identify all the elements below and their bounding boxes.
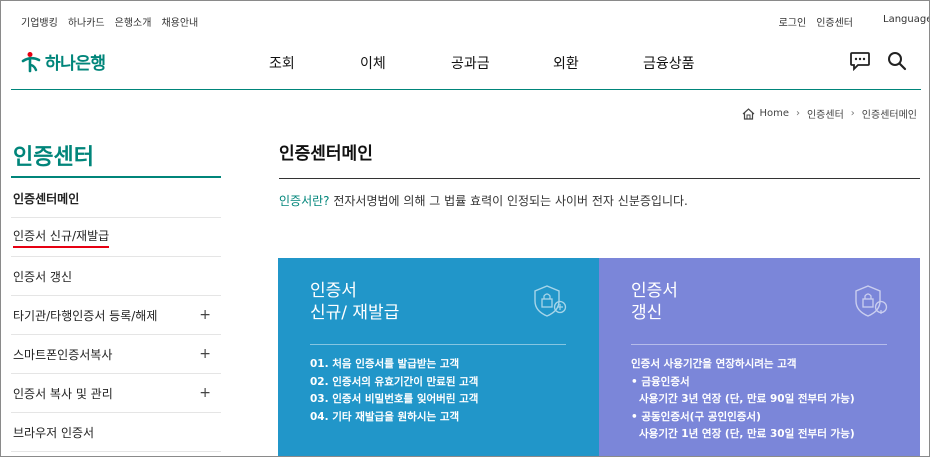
card-item: 03. 인증서 비밀번호를 잊어버린 고객 bbox=[310, 393, 479, 405]
card-title-line1: 인증서 bbox=[631, 281, 678, 301]
lnb-item-label: 브라우저 인증서 bbox=[13, 425, 95, 440]
title-divider bbox=[279, 178, 920, 179]
lnb-item-cert-issue[interactable]: 인증서 신규/재발급 bbox=[11, 218, 221, 257]
card-title: 인증서 신규/ 재발급 bbox=[310, 280, 567, 324]
lnb-item-label: 인증서 갱신 bbox=[13, 269, 73, 284]
lnb-item-smartphone-copy[interactable]: 스마트폰인증서복사 + bbox=[11, 335, 221, 374]
card-item: • 금융인증서 bbox=[631, 375, 690, 388]
util-link-corporate[interactable]: 기업뱅킹 bbox=[21, 14, 58, 29]
lock-shield-icon bbox=[534, 285, 567, 317]
breadcrumb: Home › 인증센터 › 인증센터메인 bbox=[742, 106, 917, 121]
plus-icon[interactable]: + bbox=[199, 346, 211, 362]
utility-links: 기업뱅킹 하나카드 은행소개 채용안내 bbox=[21, 14, 208, 29]
login-link[interactable]: 로그인 bbox=[779, 14, 807, 29]
utility-right: 로그인 인증센터 Language bbox=[769, 14, 929, 29]
lnb-item-cert-copy-manage[interactable]: 인증서 복사 및 관리 + bbox=[11, 374, 221, 413]
breadcrumb-level1[interactable]: 인증센터 bbox=[807, 106, 844, 121]
gnb-item-financial-products[interactable]: 금융상품 bbox=[643, 53, 695, 73]
breadcrumb-home[interactable]: Home bbox=[759, 108, 789, 119]
card-item: 인증서 사용기간을 연장하시려는 고객 bbox=[631, 358, 797, 370]
util-link-about[interactable]: 은행소개 bbox=[115, 14, 152, 29]
card-title-line1: 인증서 bbox=[310, 281, 357, 301]
plus-icon[interactable]: + bbox=[199, 307, 211, 323]
intro-highlight: 인증서란? bbox=[279, 194, 330, 208]
card-title: 인증서 갱신 bbox=[631, 280, 888, 324]
card-title-line2: 갱신 bbox=[631, 303, 663, 323]
card-item: 01. 처음 인증서를 발급받는 고객 bbox=[310, 358, 460, 370]
chevron-right-icon: › bbox=[795, 108, 800, 119]
card-items: 인증서 사용기간을 연장하시려는 고객 • 금융인증서 사용기간 3년 연장 (… bbox=[631, 356, 855, 444]
lnb-item-label: 타기관/타행인증서 등록/해제 bbox=[13, 308, 158, 323]
card-items: 01. 처음 인증서를 발급받는 고객 02. 인증서의 유효기간이 만료된 고… bbox=[310, 356, 478, 426]
lnb-menu: 인증센터메인 인증서 신규/재발급 인증서 갱신 타기관/타행인증서 등록/해제… bbox=[11, 179, 221, 452]
gnb-item-utility-bills[interactable]: 공과금 bbox=[451, 53, 553, 73]
lnb-item-label: 인증서 신규/재발급 bbox=[13, 227, 110, 248]
plus-icon[interactable]: + bbox=[199, 385, 211, 401]
util-link-careers[interactable]: 채용안내 bbox=[161, 14, 198, 29]
logo-text: 하나은행 bbox=[45, 54, 106, 74]
lnb-title-divider bbox=[11, 176, 221, 178]
hana-logo-icon bbox=[21, 51, 41, 72]
page-frame: 기업뱅킹 하나카드 은행소개 채용안내 로그인 인증센터 Language 하나… bbox=[0, 0, 930, 457]
chat-icon[interactable] bbox=[849, 51, 871, 71]
card-item: 04. 기타 재발급을 원하시는 고객 bbox=[310, 410, 460, 423]
intro-body: 전자서명법에 의해 그 법률 효력이 인정되는 사이버 전자 신분증입니다. bbox=[329, 194, 688, 208]
gnb-item-inquiry[interactable]: 조회 bbox=[269, 53, 360, 73]
card-item: 사용기간 1년 연장 (단, 만료 30일 전부터 가능) bbox=[639, 428, 855, 440]
lock-refresh-icon bbox=[855, 285, 888, 317]
header-icons bbox=[849, 51, 907, 71]
lnb-item-other-cert[interactable]: 타기관/타행인증서 등록/해제 + bbox=[11, 296, 221, 335]
card-cert-renew[interactable]: 인증서 갱신 인증서 사용기간을 연장하시려는 고객 • 금융인증서 사용기간 … bbox=[599, 258, 920, 456]
lnb-title: 인증센터 bbox=[13, 145, 94, 170]
search-icon[interactable] bbox=[887, 51, 907, 71]
card-item: 02. 인증서의 유효기간이 만료된 고객 bbox=[310, 375, 479, 388]
home-icon[interactable] bbox=[742, 107, 755, 120]
intro-text: 인증서란? 전자서명법에 의해 그 법률 효력이 인정되는 사이버 전자 신분증… bbox=[279, 192, 688, 209]
card-divider bbox=[631, 344, 887, 345]
lnb-item-label: 인증센터메인 bbox=[13, 191, 80, 206]
lnb-item-cert-main[interactable]: 인증센터메인 bbox=[11, 179, 221, 218]
gnb-item-foreign-exchange[interactable]: 외환 bbox=[553, 53, 643, 73]
global-nav: 조회 이체 공과금 외환 금융상품 bbox=[269, 53, 695, 73]
breadcrumb-level2[interactable]: 인증센터메인 bbox=[862, 106, 917, 121]
page-title: 인증센터메인 bbox=[279, 144, 373, 164]
card-item: 사용기간 3년 연장 (단, 만료 90일 전부터 가능) bbox=[639, 393, 855, 405]
header-divider bbox=[11, 89, 921, 90]
util-link-card[interactable]: 하나카드 bbox=[68, 14, 105, 29]
chevron-right-icon: › bbox=[850, 108, 855, 119]
card-cert-issue[interactable]: 인증서 신규/ 재발급 01. 처음 인증서를 발급받는 고객 02. 인증서의… bbox=[278, 258, 599, 456]
card-divider bbox=[310, 344, 566, 345]
card-title-line2: 신규/ 재발급 bbox=[310, 303, 400, 323]
lnb-item-browser-cert[interactable]: 브라우저 인증서 bbox=[11, 413, 221, 452]
gnb-item-transfer[interactable]: 이체 bbox=[360, 53, 451, 73]
lnb-item-label: 인증서 복사 및 관리 bbox=[13, 386, 113, 401]
lnb-item-label: 스마트폰인증서복사 bbox=[13, 347, 113, 362]
card-item: • 공동인증서(구 공인인증서) bbox=[631, 410, 761, 423]
language-link[interactable]: Language bbox=[883, 14, 929, 29]
utility-bar: 기업뱅킹 하나카드 은행소개 채용안내 로그인 인증센터 Language bbox=[1, 1, 929, 39]
cert-center-link[interactable]: 인증센터 bbox=[816, 14, 853, 29]
logo[interactable]: 하나은행 bbox=[21, 49, 106, 74]
lnb-item-cert-renew[interactable]: 인증서 갱신 bbox=[11, 257, 221, 296]
